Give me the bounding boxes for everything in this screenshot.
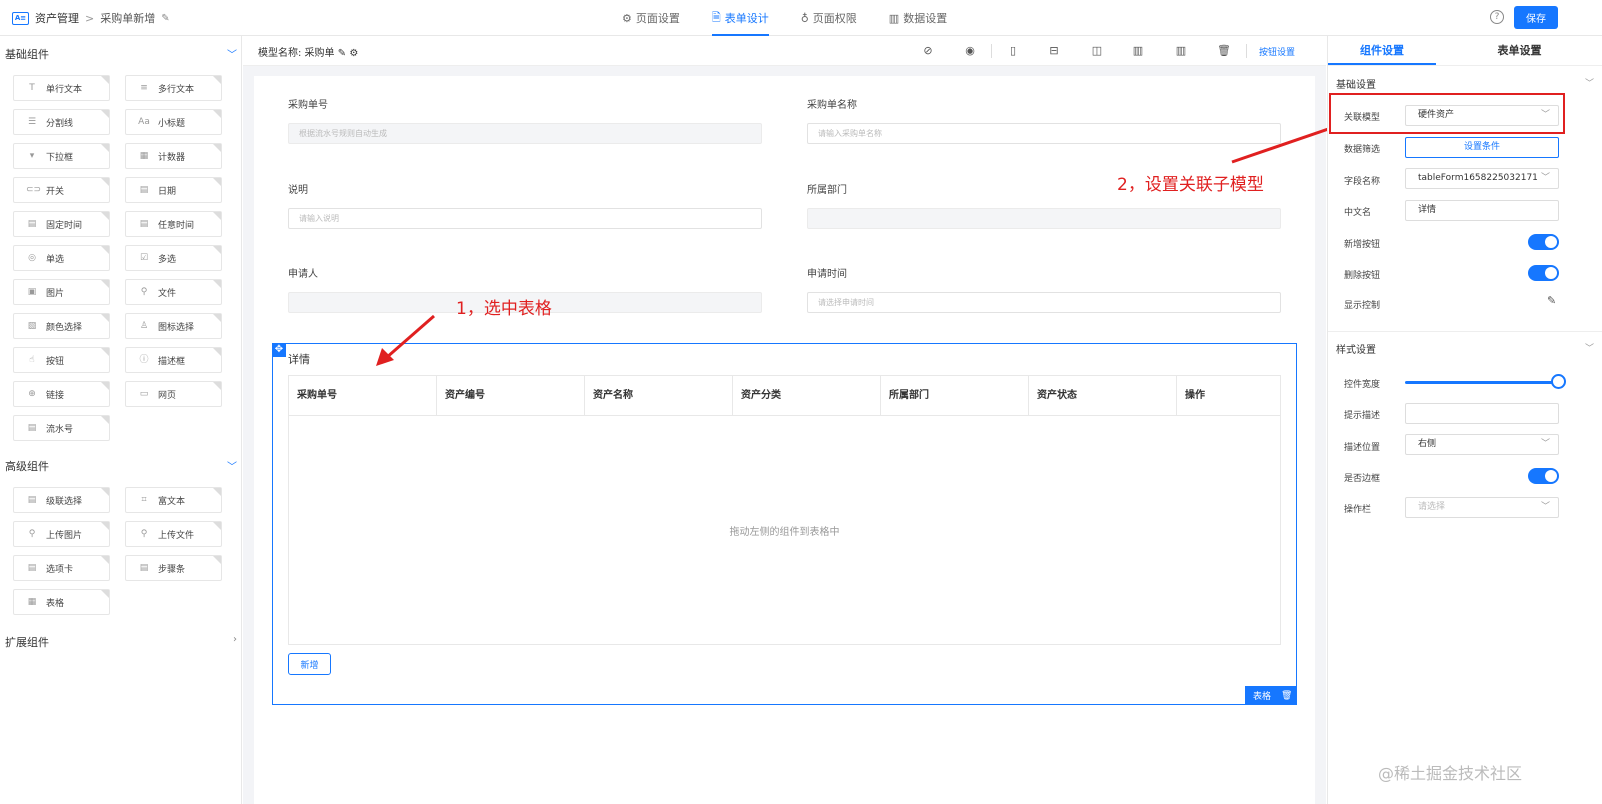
chevron-down-icon: ﹀ [1540, 439, 1550, 449]
delete-button-toggle[interactable] [1528, 265, 1559, 281]
set-condition-button[interactable]: 设置条件 [1405, 137, 1559, 158]
tab-component-settings[interactable]: 组件设置 [1328, 36, 1436, 65]
arrow-step2 [1231, 123, 1341, 164]
chevron-down-icon: ﹀ [1584, 344, 1594, 354]
setting-label: 字段名称 [1344, 177, 1381, 187]
operation-column-select[interactable]: 请选择 ﹀ [1405, 497, 1559, 518]
chinese-name-input[interactable]: 详情 [1405, 200, 1559, 221]
setting-label: 描述位置 [1344, 443, 1381, 453]
setting-label: 控件宽度 [1344, 380, 1381, 390]
arrow-step1 [385, 314, 435, 360]
chevron-down-icon: ﹀ [1584, 79, 1594, 89]
setting-label: 删除按钮 [1344, 271, 1381, 281]
description-position-select[interactable]: 右侧 ﹀ [1405, 434, 1559, 455]
section-divider [1328, 331, 1602, 332]
setting-label: 是否边框 [1344, 474, 1381, 484]
settings-tabs: 组件设置 表单设置 [1328, 36, 1602, 66]
hint-description-input[interactable] [1405, 403, 1559, 424]
setting-label: 显示控制 [1344, 301, 1381, 311]
add-button-toggle[interactable] [1528, 234, 1559, 250]
basic-settings-header[interactable]: 基础设置 ﹀ [1336, 76, 1594, 91]
style-settings-header[interactable]: 样式设置 ﹀ [1336, 341, 1594, 356]
edit-icon[interactable]: ✎ [1547, 294, 1556, 307]
tab-form-settings[interactable]: 表单设置 [1436, 36, 1602, 65]
setting-label: 操作栏 [1344, 505, 1372, 515]
width-slider-handle[interactable] [1551, 374, 1566, 389]
watermark: @稀土掘金技术社区 [1378, 764, 1523, 783]
chevron-down-icon: ﹀ [1540, 173, 1550, 183]
chevron-down-icon: ﹀ [1540, 502, 1550, 512]
field-name-select[interactable]: tableForm1658225032171 ﹀ [1405, 168, 1559, 189]
setting-label: 新增按钮 [1344, 240, 1381, 250]
width-slider-track[interactable] [1405, 381, 1559, 384]
border-toggle[interactable] [1528, 468, 1559, 484]
settings-panel: 组件设置 表单设置 基础设置 ﹀ 关联模型 硬件资产 ﹀ 数据筛选 设置条件 字段名… [1327, 36, 1602, 804]
arrowhead-step1 [376, 348, 394, 366]
highlight-related-model [1329, 93, 1565, 134]
setting-label: 提示描述 [1344, 411, 1381, 421]
setting-label: 数据筛选 [1344, 145, 1381, 155]
setting-label: 中文名 [1344, 208, 1372, 218]
